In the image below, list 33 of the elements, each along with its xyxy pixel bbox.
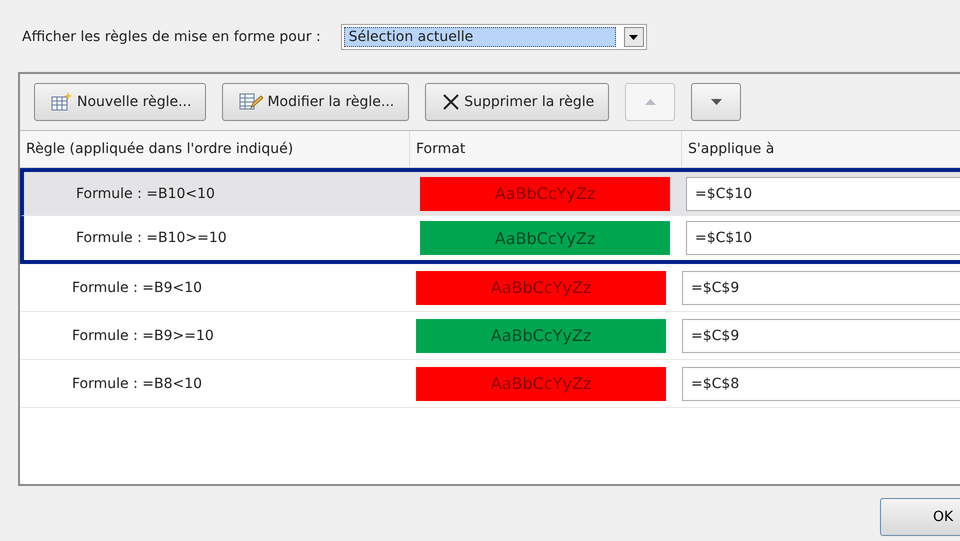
down-triangle-icon (710, 99, 722, 105)
delete-rule-button[interactable]: Supprimer la règle (425, 83, 610, 121)
format-preview: AaBbCcYyZz (416, 366, 666, 400)
edit-table-icon (239, 92, 264, 112)
rule-text: Formule : =B9>=10 (71, 328, 214, 344)
column-header[interactable]: S'applique à (682, 131, 960, 167)
format-preview: AaBbCcYyZz (420, 221, 670, 255)
up-triangle-icon (644, 99, 656, 105)
dropdown-arrow-icon (629, 34, 638, 40)
applies-to-field[interactable]: =$C$10 (686, 176, 960, 210)
close-icon (442, 93, 460, 111)
format-preview: AaBbCcYyZz (420, 176, 670, 210)
applies-to-field[interactable]: =$C$9 (682, 270, 960, 304)
applies-to-field[interactable]: =$C$10 (686, 221, 960, 255)
rule-row[interactable]: Formule : =B10>=10 AaBbCcYyZz =$C$10 (20, 216, 960, 264)
applies-to-field[interactable]: =$C$8 (682, 366, 960, 400)
rule-text: Formule : =B10>=10 (75, 230, 227, 246)
column-header[interactable]: Format (410, 131, 682, 167)
format-preview: AaBbCcYyZz (416, 318, 666, 352)
new-table-icon (51, 92, 73, 112)
rule-text: Formule : =B8<10 (71, 376, 202, 392)
rule-row[interactable]: Formule : =B10<10 AaBbCcYyZz =$C$10 (20, 168, 960, 216)
move-down-button[interactable] (691, 83, 742, 121)
scope-dropdown[interactable]: Sélection actuelle (340, 24, 647, 50)
format-preview: AaBbCcYyZz (416, 270, 666, 304)
applies-to-field[interactable]: =$C$9 (682, 318, 960, 352)
rule-text: Formule : =B9<10 (71, 280, 202, 296)
edit-rule-button[interactable]: Modifier la règle... (222, 83, 410, 121)
ok-button[interactable]: OK (880, 498, 960, 536)
show-rules-label: Afficher les règles de mise en forme pour : (22, 29, 321, 45)
rule-text: Formule : =B10<10 (75, 186, 215, 202)
column-header[interactable]: Règle (appliquée dans l'ordre indiqué) (20, 131, 410, 167)
new-rule-button[interactable]: Nouvelle règle... (34, 83, 206, 121)
